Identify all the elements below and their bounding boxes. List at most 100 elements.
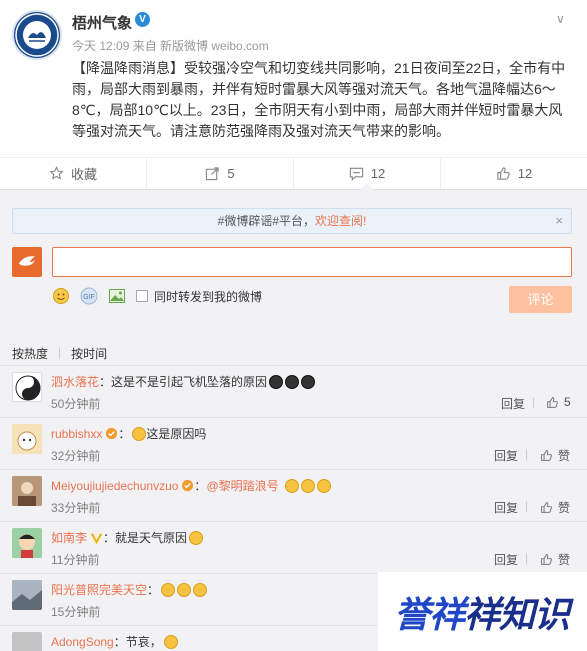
verified-badge-icon — [90, 533, 103, 544]
comment-colon: ： — [118, 427, 131, 441]
member-badge-icon — [182, 479, 194, 492]
watermark-logo: 誉祥祥知识 — [394, 586, 570, 638]
comment-item: Meiyoujiujiedechunvzuo ： @黎明踏浪号 33分钟前 回复… — [0, 469, 587, 521]
meteorology-logo-icon — [15, 13, 59, 57]
like-button[interactable]: 12 — [441, 158, 587, 189]
gif-icon[interactable]: GIF — [80, 287, 98, 305]
emoji-icon — [316, 478, 331, 493]
comment-like-count: 5 — [564, 395, 571, 409]
comment-like-button[interactable]: 赞 — [540, 551, 570, 568]
site-watermark: 誉祥祥知识 — [378, 572, 587, 651]
commenter-name[interactable]: Meiyoujiujiedechunvzuo — [51, 479, 178, 493]
forward-label: 同时转发到我的微博 — [154, 289, 263, 304]
comment-sort-tabs: 按热度 | 按时间 — [12, 345, 117, 362]
comment-input[interactable] — [52, 247, 572, 277]
comment-like-button[interactable]: 5 — [546, 395, 571, 409]
thumbs-up-icon — [541, 554, 552, 565]
comment-colon: ： — [194, 479, 207, 493]
emoji-icon — [284, 478, 299, 493]
comment-line: AdongSong：节哀， — [51, 633, 178, 650]
reply-button[interactable]: 回复 — [494, 447, 518, 464]
comment-time: 32分钟前 — [51, 449, 101, 463]
commenter-avatar[interactable] — [12, 580, 42, 610]
watermark-part2: 祥知识 — [464, 594, 570, 635]
comment-count: 12 — [370, 166, 386, 181]
yin-yang-icon — [15, 375, 41, 401]
commenter-avatar[interactable] — [12, 424, 42, 454]
emoji-icon — [285, 374, 300, 389]
reply-button[interactable]: 回复 — [494, 551, 518, 568]
tab-sort-time[interactable]: 按时间 — [71, 345, 107, 362]
share-icon — [206, 167, 220, 181]
divider: | — [532, 395, 536, 409]
emoji-icon[interactable] — [52, 287, 70, 305]
comment-mention[interactable]: @黎明踏浪号 — [206, 477, 278, 494]
comment-item: 如南李 ： 就是天气原因 11分钟前 回复 | 赞 — [0, 521, 587, 573]
commenter-name[interactable]: 泗水落花 — [51, 373, 99, 390]
comment-like-label: 赞 — [558, 501, 571, 515]
author-name[interactable]: 梧州气象 — [72, 12, 132, 33]
comment-colon: ： — [99, 375, 112, 389]
comment-time: 33分钟前 — [51, 501, 101, 515]
comment-like-button[interactable]: 赞 — [540, 447, 570, 464]
member-badge-icon — [106, 427, 118, 440]
comment-line: 泗水落花：这是不是引起飞机坠落的原因 — [51, 373, 316, 390]
comment-text: 节哀， — [125, 635, 162, 649]
favorite-button[interactable]: 收藏 — [0, 158, 147, 189]
weibo-post: 梧州气象 V ∨ 今天 12:09 来自 新版微博 weibo.com 【降温降… — [0, 0, 587, 157]
comment-line: rubbishxx ： 这是原因吗 — [51, 425, 206, 442]
divider: | — [525, 447, 529, 461]
commenter-name[interactable]: AdongSong — [51, 635, 114, 649]
bird-logo-icon — [18, 256, 36, 266]
thumbs-up-icon — [547, 396, 558, 408]
comment-icon — [349, 167, 363, 181]
emoji-icon — [161, 582, 176, 597]
commenter-avatar[interactable] — [12, 476, 42, 506]
my-avatar — [12, 247, 42, 277]
commenter-avatar[interactable] — [12, 372, 42, 402]
gif-label: GIF — [83, 294, 95, 301]
thumbs-up-icon — [541, 502, 552, 513]
comment-text: 这是不是引起飞机坠落的原因 — [111, 375, 268, 389]
commenter-name[interactable]: rubbishxx — [51, 427, 102, 441]
comment-colon: ： — [113, 635, 126, 649]
commenter-avatar[interactable] — [12, 632, 42, 651]
repost-button[interactable]: 5 — [147, 158, 294, 189]
image-icon[interactable] — [108, 287, 126, 305]
commenter-name[interactable]: 阳光普照完美天空 — [51, 581, 147, 598]
comment-like-button[interactable]: 赞 — [540, 499, 570, 516]
chevron-down-icon[interactable]: ∨ — [556, 12, 565, 26]
tab-sort-hot[interactable]: 按热度 — [12, 345, 48, 362]
post-content: 【降温降雨消息】受较强冷空气和切变线共同影响，21日夜间至22日，全市有中雨，局… — [72, 60, 566, 139]
author-avatar[interactable] — [12, 10, 62, 60]
close-icon[interactable]: × — [555, 209, 563, 233]
photo-avatar-icon — [12, 476, 42, 506]
tab-divider: | — [58, 345, 62, 359]
forward-checkbox[interactable] — [136, 290, 148, 302]
comment-item: rubbishxx ： 这是原因吗 32分钟前 回复 | 赞 — [0, 417, 587, 469]
commenter-name[interactable]: 如南李 — [51, 529, 87, 546]
emoji-icon — [301, 374, 316, 389]
emoji-icon — [300, 478, 315, 493]
commenter-avatar[interactable] — [12, 528, 42, 558]
emoji-icon — [132, 426, 147, 441]
tip-link[interactable]: 欢迎查阅! — [315, 214, 366, 228]
comment-text: 就是天气原因 — [115, 531, 188, 545]
thumbs-up-icon — [497, 167, 510, 180]
submit-comment-button[interactable]: 评论 — [509, 286, 572, 313]
comment-like-label: 赞 — [558, 553, 571, 567]
comment-text: 这是原因吗 — [146, 427, 207, 441]
cartoon-avatar-icon — [12, 424, 42, 454]
comment-item: 泗水落花：这是不是引起飞机坠落的原因 50分钟前 回复 | 5 — [0, 365, 587, 417]
comment-tools: GIF 同时转发到我的微博 — [52, 286, 262, 306]
emoji-icon — [177, 582, 192, 597]
emoji-icon — [189, 530, 204, 545]
comment-colon: ： — [147, 583, 160, 597]
comment-line: 阳光普照完美天空： — [51, 581, 208, 598]
comment-button[interactable]: 12 — [294, 158, 441, 190]
post-meta: 今天 12:09 来自 新版微博 weibo.com — [72, 39, 269, 53]
thumbs-up-icon — [541, 450, 552, 461]
like-count: 12 — [517, 166, 533, 181]
reply-button[interactable]: 回复 — [494, 499, 518, 516]
reply-button[interactable]: 回复 — [501, 395, 525, 412]
